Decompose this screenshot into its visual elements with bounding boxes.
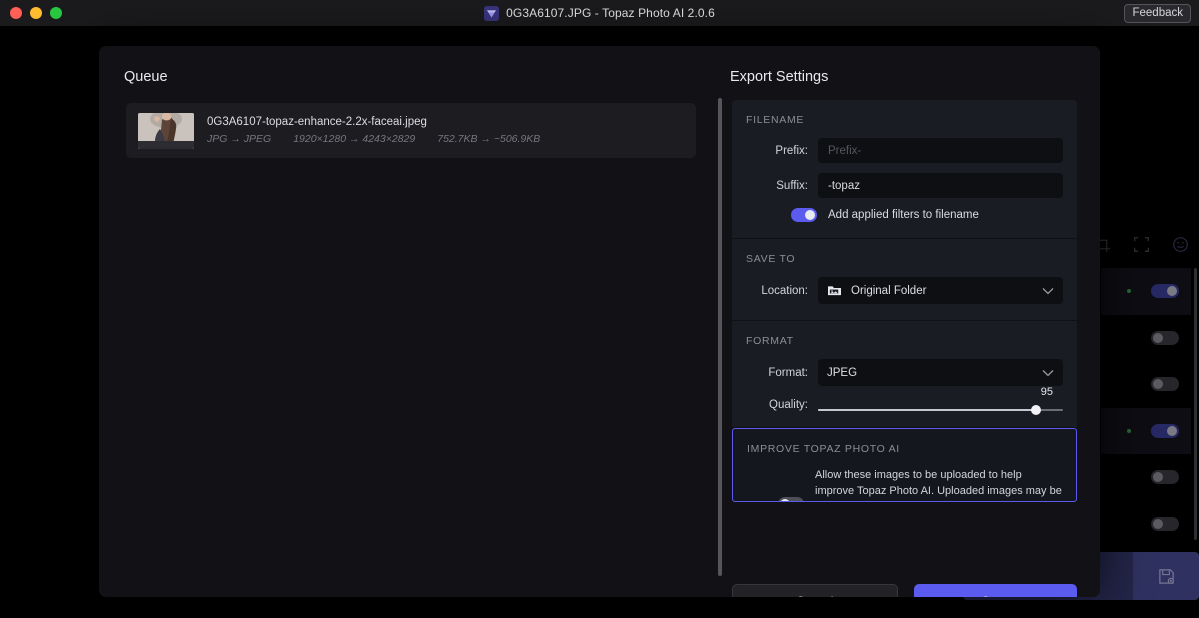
- background-filter-toggle[interactable]: [1151, 377, 1179, 392]
- improve-opt-in-toggle[interactable]: [778, 497, 804, 501]
- queue-heading: Queue: [124, 69, 168, 85]
- format-select[interactable]: JPEG: [818, 359, 1063, 386]
- filename-section-title: FILENAME: [746, 114, 805, 126]
- save-to-section-title: SAVE TO: [746, 253, 796, 265]
- title-bar: 0G3A6107.JPG - Topaz Photo AI 2.0.6 Feed…: [0, 0, 1199, 26]
- add-filters-row: Add applied filters to filename: [746, 208, 1063, 222]
- background-filter-row[interactable]: [1101, 315, 1191, 362]
- window-title: 0G3A6107.JPG - Topaz Photo AI 2.0.6: [506, 6, 715, 20]
- queue-item-thumbnail: [138, 112, 194, 149]
- quality-slider-fill: [818, 409, 1036, 411]
- format-label: Format:: [768, 366, 808, 379]
- close-window-button[interactable]: [10, 7, 22, 19]
- maximize-window-button[interactable]: [50, 7, 62, 19]
- window-traffic-lights: [0, 7, 62, 19]
- folder-image-icon: [828, 286, 841, 296]
- queue-item-size-change: 752.7KB → ~506.9KB: [437, 133, 541, 145]
- save-to-section: SAVE TO Location: Original Folder: [732, 239, 1077, 321]
- background-save-as-button[interactable]: [1133, 552, 1199, 600]
- window-title-group: 0G3A6107.JPG - Topaz Photo AI 2.0.6: [0, 0, 1199, 26]
- background-filter-toggle-list: [1101, 268, 1191, 594]
- dialog-actions: Cancel Save: [732, 584, 1077, 597]
- queue-item-meta: JPG → JPEG 1920×1280 → 4243×2829 752.7KB…: [207, 133, 540, 145]
- background-filter-toggle[interactable]: [1151, 516, 1179, 531]
- improve-section-title: IMPROVE TOPAZ PHOTO AI: [747, 443, 900, 455]
- dialog-scrollbar[interactable]: [718, 98, 722, 576]
- suffix-label: Suffix:: [776, 179, 808, 192]
- background-tool-icons: [1094, 236, 1189, 253]
- background-filter-row[interactable]: [1101, 268, 1191, 315]
- status-dot-icon: [1127, 289, 1131, 294]
- background-filter-toggle[interactable]: [1151, 470, 1179, 485]
- background-filter-toggle[interactable]: [1151, 330, 1179, 345]
- improve-section-body: Allow these images to be uploaded to hel…: [815, 469, 1062, 498]
- save-button[interactable]: Save: [913, 584, 1077, 597]
- format-section: FORMAT Format: JPEG Quality: 95: [732, 321, 1077, 428]
- location-select[interactable]: Original Folder: [818, 277, 1063, 304]
- topaz-gem-icon: [484, 5, 500, 21]
- export-settings-heading: Export Settings: [730, 69, 829, 85]
- chevron-down-icon: [1042, 369, 1054, 376]
- cancel-button[interactable]: Cancel: [732, 584, 898, 597]
- export-settings-panel: FILENAME Prefix: Prefix- Suffix: -topaz …: [732, 100, 1077, 502]
- add-filters-toggle[interactable]: [791, 208, 817, 222]
- queue-item-filename: 0G3A6107-topaz-enhance-2.2x-faceai.jpeg: [207, 116, 427, 128]
- thumbnail-image: [138, 112, 194, 149]
- background-filter-toggle[interactable]: [1151, 284, 1179, 299]
- queue-list-item[interactable]: 0G3A6107-topaz-enhance-2.2x-faceai.jpeg …: [126, 103, 696, 158]
- improve-topaz-section: IMPROVE TOPAZ PHOTO AI Allow these image…: [732, 428, 1077, 502]
- fit-to-screen-icon[interactable]: [1133, 236, 1150, 253]
- save-as-icon: [1158, 568, 1174, 584]
- background-filter-toggle[interactable]: [1151, 423, 1179, 438]
- prefix-label: Prefix:: [775, 144, 808, 157]
- background-right-panel: [963, 206, 1199, 618]
- status-dot-icon: [1127, 428, 1131, 433]
- queue-item-format-change: JPG → JPEG: [207, 133, 272, 145]
- chevron-down-icon: [1042, 287, 1054, 294]
- location-field-row: Location: Original Folder: [746, 277, 1063, 304]
- background-panel-scrollbar[interactable]: [1194, 268, 1197, 540]
- prefix-input[interactable]: Prefix-: [818, 138, 1063, 163]
- quality-slider[interactable]: [818, 405, 1063, 415]
- face-recovery-icon[interactable]: [1172, 236, 1189, 253]
- queue-list: 0G3A6107-topaz-enhance-2.2x-faceai.jpeg …: [126, 103, 696, 158]
- location-label: Location:: [761, 284, 808, 297]
- location-value: Original Folder: [851, 284, 927, 297]
- feedback-button[interactable]: Feedback: [1124, 4, 1191, 23]
- format-section-title: FORMAT: [746, 335, 794, 347]
- format-value: JPEG: [827, 366, 858, 379]
- quality-slider-handle[interactable]: [1030, 405, 1041, 415]
- add-filters-label: Add applied filters to filename: [828, 209, 979, 221]
- background-filter-row[interactable]: [1101, 501, 1191, 548]
- quality-label: Quality:: [769, 399, 808, 411]
- filename-section: FILENAME Prefix: Prefix- Suffix: -topaz …: [732, 100, 1077, 239]
- prefix-field-row: Prefix: Prefix-: [746, 138, 1063, 163]
- suffix-input[interactable]: -topaz: [818, 173, 1063, 198]
- export-settings-dialog: Queue 0G3A6107-topaz-enhance-2.2x-faceai…: [99, 46, 1100, 597]
- background-filter-row[interactable]: [1101, 407, 1191, 454]
- suffix-field-row: Suffix: -topaz: [746, 173, 1063, 198]
- minimize-window-button[interactable]: [30, 7, 42, 19]
- queue-item-dimension-change: 1920×1280 → 4243×2829: [293, 133, 416, 145]
- background-filter-row[interactable]: [1101, 361, 1191, 408]
- quality-field-row: Quality: 95: [746, 386, 1063, 415]
- format-field-row: Format: JPEG: [746, 359, 1063, 386]
- quality-value: 95: [1040, 386, 1053, 398]
- background-filter-row[interactable]: [1101, 454, 1191, 501]
